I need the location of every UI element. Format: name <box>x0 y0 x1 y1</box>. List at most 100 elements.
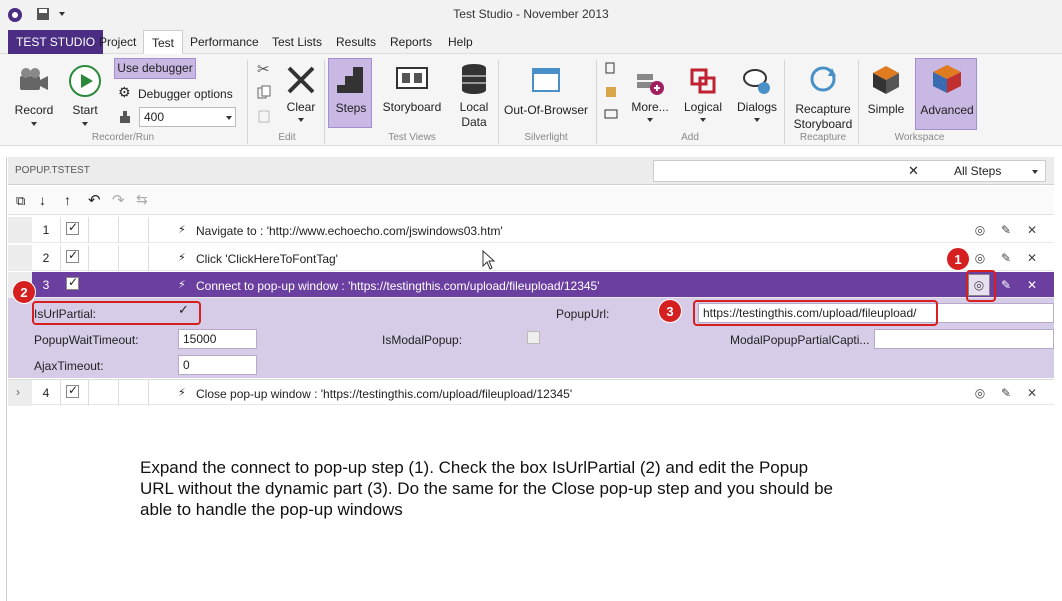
storyboard-icon <box>396 67 428 89</box>
clear-dropdown-icon <box>298 118 304 122</box>
expand-step-icon[interactable]: ◎ <box>972 250 988 266</box>
menu-performance[interactable]: Performance <box>182 30 267 54</box>
test-file-name: POPUP.TSTEST <box>15 165 90 176</box>
group-workspace: Workspace <box>894 132 945 143</box>
debugger-options-label: Debugger options <box>138 87 233 101</box>
start-button[interactable]: Start <box>62 60 108 130</box>
step-enabled-checkbox[interactable]: ✓ <box>66 383 79 398</box>
ajax-timeout-input[interactable]: 0 <box>178 355 257 375</box>
move-steps-icon[interactable]: ⇆ <box>136 191 148 208</box>
check-icon: ✓ <box>68 248 79 262</box>
advanced-workspace-button[interactable]: Advanced <box>915 58 977 130</box>
menu-results[interactable]: Results <box>328 30 384 54</box>
out-of-browser-label: Out-Of-Browser <box>504 103 589 117</box>
speed-dropdown-icon <box>226 116 232 120</box>
add-script-icon[interactable] <box>604 85 618 99</box>
camera-icon <box>20 68 48 90</box>
step-row-1[interactable]: 1 ✓ ⚡ Navigate to : 'http://www.echoecho… <box>8 217 1054 243</box>
step-search-box[interactable]: ✕ All Steps <box>653 160 1046 182</box>
storyboard-label: Storyboard <box>382 100 442 114</box>
row-header[interactable]: › <box>8 380 32 406</box>
step-number: 2 <box>42 251 50 265</box>
recapture-storyboard-button[interactable]: Recapture Storyboard <box>790 60 856 132</box>
menu-test-studio[interactable]: TEST STUDIO <box>8 30 104 54</box>
step-enabled-checkbox[interactable]: ✓ <box>66 275 79 290</box>
menu-help[interactable]: Help <box>440 30 481 54</box>
redo-icon[interactable]: ↷ <box>112 191 125 209</box>
check-icon: ✓ <box>68 275 79 289</box>
step-row-3[interactable]: 3 ✓ ⚡ Connect to pop-up window : 'https:… <box>8 272 1054 298</box>
debugger-options-button[interactable]: ⚙ Debugger options <box>118 84 238 104</box>
menu-test-lists[interactable]: Test Lists <box>264 30 330 54</box>
delete-step-icon[interactable]: ✕ <box>1024 222 1040 238</box>
recapture-icon <box>810 66 836 92</box>
edit-step-icon[interactable]: ✎ <box>998 277 1014 293</box>
cut-icon[interactable]: ✂ <box>257 60 270 78</box>
grid-border <box>6 157 7 601</box>
paste-icon[interactable] <box>257 109 271 123</box>
local-data-button[interactable]: Local Data <box>452 60 496 130</box>
dialogs-button[interactable]: Dialogs <box>734 60 780 130</box>
move-up-icon[interactable]: ↑ <box>64 192 71 208</box>
undo-icon[interactable]: ↶ <box>88 191 101 209</box>
expand-arrow-icon: › <box>16 385 20 399</box>
add-comment-icon[interactable] <box>604 109 618 123</box>
add-step-icon[interactable] <box>604 61 618 75</box>
menu-reports[interactable]: Reports <box>382 30 440 54</box>
expand-step-icon[interactable]: ◎ <box>972 385 988 401</box>
window-title: Test Studio - November 2013 <box>453 7 609 21</box>
simple-workspace-button[interactable]: Simple <box>862 60 910 130</box>
ajax-timeout-label: AjaxTimeout: <box>34 359 104 373</box>
is-modal-popup-checkbox[interactable] <box>527 331 540 344</box>
logical-button[interactable]: Logical <box>680 60 726 130</box>
row-header[interactable] <box>8 245 32 271</box>
logical-label: Logical <box>683 100 723 114</box>
expand-step-icon[interactable]: ◎ <box>972 222 988 238</box>
row-header[interactable] <box>8 217 32 243</box>
dialogs-label: Dialogs <box>736 100 778 114</box>
popup-wait-timeout-input[interactable]: 15000 <box>178 329 257 349</box>
edit-step-icon[interactable]: ✎ <box>998 385 1014 401</box>
simple-cube-icon <box>873 66 899 94</box>
steps-view-button[interactable]: Steps <box>328 58 372 128</box>
speed-input[interactable]: 400 <box>139 107 236 127</box>
play-icon <box>69 65 101 97</box>
logical-dropdown-icon <box>700 118 706 122</box>
move-down-icon[interactable]: ↓ <box>39 192 46 208</box>
step-description: Connect to pop-up window : 'https://test… <box>196 279 600 293</box>
filter-dropdown-icon <box>1032 170 1038 174</box>
more-label: More... <box>631 100 669 114</box>
clear-x-icon <box>287 66 315 94</box>
more-button[interactable]: More... <box>627 60 673 130</box>
project-header: POPUP.TSTEST ✕ All Steps <box>8 157 1054 185</box>
clear-search-icon[interactable]: ✕ <box>908 163 919 179</box>
record-button[interactable]: Record <box>8 60 60 130</box>
modal-popup-partial-caption-input[interactable] <box>874 329 1054 349</box>
record-label: Record <box>14 103 54 117</box>
edit-step-icon[interactable]: ✎ <box>998 222 1014 238</box>
copy-icon[interactable] <box>257 85 271 99</box>
step-description: Click 'ClickHereToFontTag' <box>196 252 338 266</box>
delete-step-icon[interactable]: ✕ <box>1024 385 1040 401</box>
gear-icon: ⚙ <box>118 84 131 100</box>
collapse-all-icon[interactable]: ⧉ <box>16 193 25 209</box>
step-enabled-checkbox[interactable]: ✓ <box>66 248 79 263</box>
storyboard-view-button[interactable]: Storyboard <box>380 60 444 130</box>
steps-label: Steps <box>335 101 367 115</box>
delete-step-icon[interactable]: ✕ <box>1024 250 1040 266</box>
step-row-2[interactable]: 2 ✓ ⚡ Click 'ClickHereToFontTag' ◎ ✎ ✕ <box>8 245 1054 271</box>
menu-test[interactable]: Test <box>143 30 184 54</box>
delete-step-icon[interactable]: ✕ <box>1024 277 1040 293</box>
popup-url-label: PopupUrl: <box>556 307 610 321</box>
edit-step-icon[interactable]: ✎ <box>998 250 1014 266</box>
use-debugger-toggle[interactable]: Use debugger <box>114 58 196 79</box>
menu-project[interactable]: Project <box>91 30 144 54</box>
step-filter-select[interactable]: All Steps <box>954 164 1001 178</box>
separator <box>858 60 859 144</box>
step-enabled-checkbox[interactable]: ✓ <box>66 220 79 235</box>
clear-button[interactable]: Clear <box>280 60 322 130</box>
local-data-label-2: Data <box>461 115 487 129</box>
step-row-4[interactable]: › 4 ✓ ⚡ Close pop-up window : 'https://t… <box>8 379 1054 406</box>
group-recorder-run: Recorder/Run <box>91 132 155 143</box>
out-of-browser-button[interactable]: Out-Of-Browser <box>504 60 588 130</box>
